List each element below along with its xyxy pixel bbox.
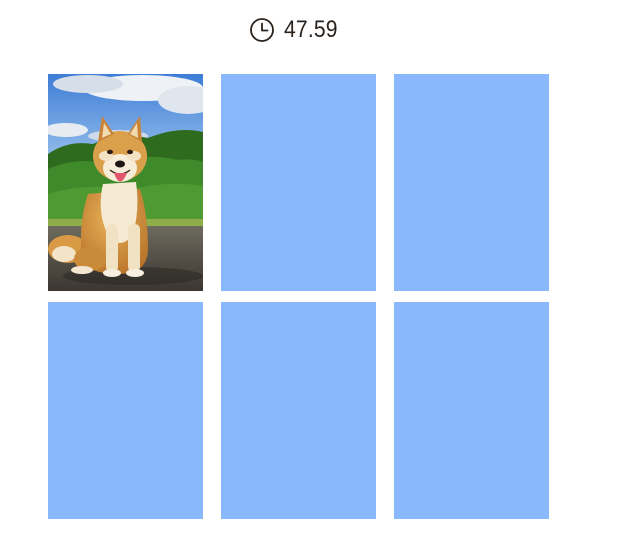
card-4-face-down[interactable] bbox=[48, 302, 203, 519]
card-2-face-down[interactable] bbox=[221, 74, 376, 291]
timer-value: 47.59 bbox=[284, 16, 338, 43]
card-grid bbox=[48, 74, 549, 519]
timer: 47.59 bbox=[249, 16, 345, 44]
shiba-inu-dog-photo bbox=[48, 74, 203, 291]
card-6-face-down[interactable] bbox=[394, 302, 549, 519]
card-1-revealed[interactable] bbox=[48, 74, 203, 291]
card-3-face-down[interactable] bbox=[394, 74, 549, 291]
memory-game: 47.59 bbox=[0, 0, 625, 535]
clock-icon bbox=[249, 17, 275, 43]
card-5-face-down[interactable] bbox=[221, 302, 376, 519]
